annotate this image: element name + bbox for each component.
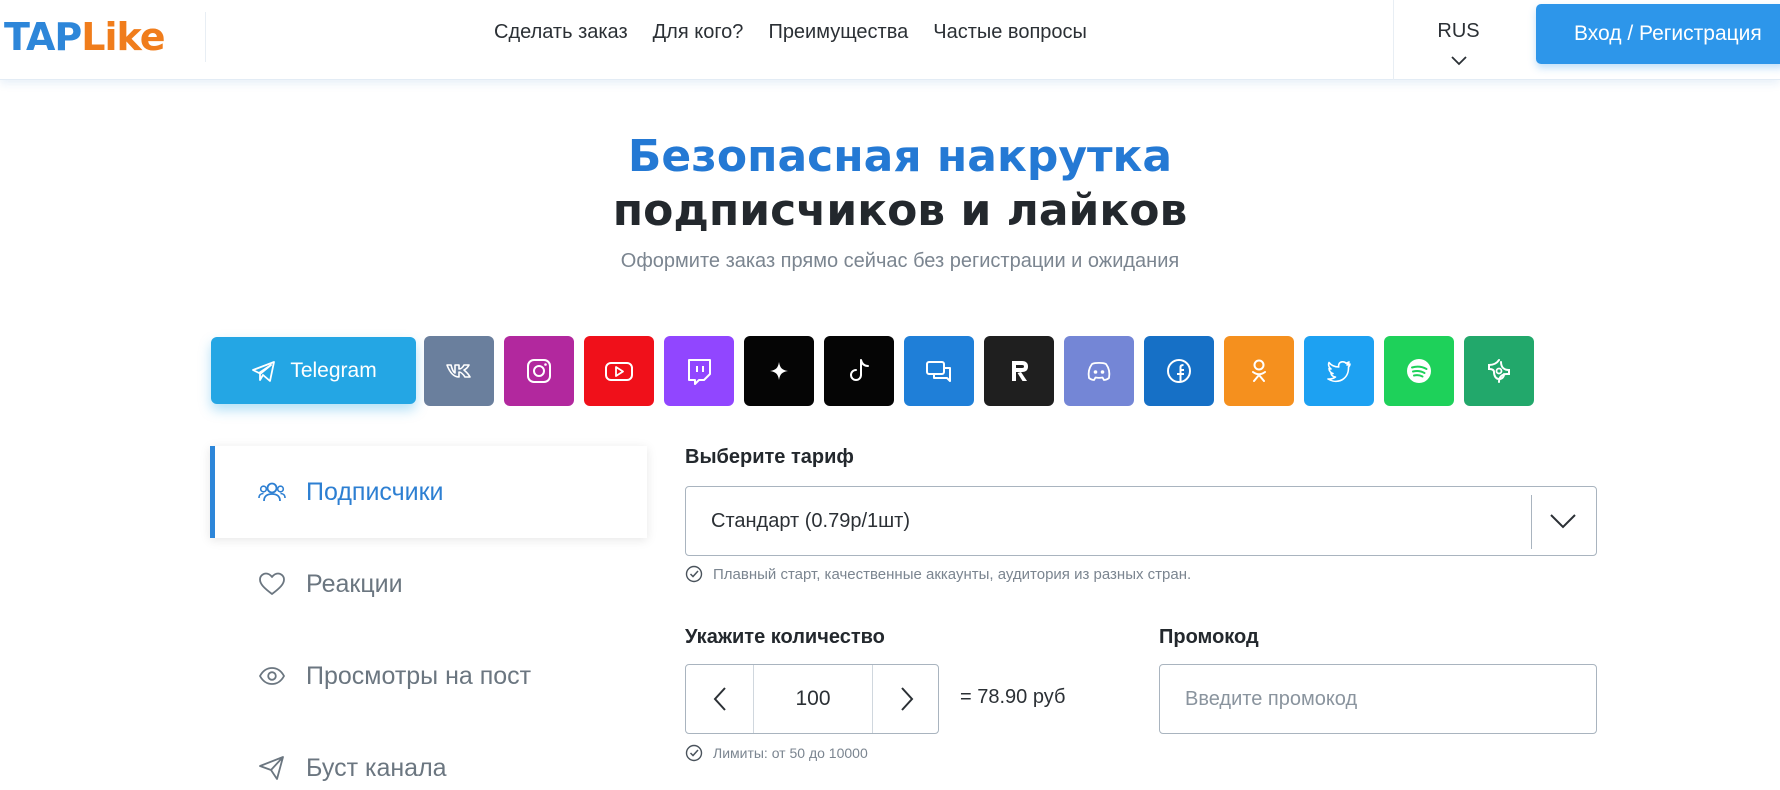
spotify-icon: [1407, 359, 1431, 383]
check-circle-icon: [685, 565, 703, 583]
language-code: RUS: [1437, 20, 1480, 42]
platform-odnoklassniki-button[interactable]: [1224, 336, 1294, 406]
platform-twitch-button[interactable]: [664, 336, 734, 406]
tariff-select[interactable]: Стандарт (0.79р/1шт): [685, 486, 1597, 556]
vk-icon: [446, 364, 471, 378]
send-icon: [259, 756, 284, 780]
platform-chats-button[interactable]: [904, 336, 974, 406]
tariff-selected-value: Стандарт (0.79р/1шт): [711, 509, 910, 532]
platform-discord-button[interactable]: [1064, 336, 1134, 406]
quantity-stepper: 100: [685, 664, 939, 734]
sidebar-item-label: Подписчики: [306, 477, 444, 506]
quantity-decrease-button[interactable]: [686, 665, 754, 733]
platform-youtube-button[interactable]: [584, 336, 654, 406]
platform-twitter-button[interactable]: [1304, 336, 1374, 406]
chevron-down-icon: [1550, 514, 1576, 529]
hero-title: Безопасная накрутка подписчиков и лайков: [0, 130, 1780, 238]
tariff-hint-text: Плавный старт, качественные аккаунты, ау…: [713, 565, 1192, 583]
sidebar-item-boost[interactable]: Буст канала: [210, 722, 647, 790]
hero-subtitle: Оформите заказ прямо сейчас без регистра…: [620, 250, 1180, 272]
platform-vk-button[interactable]: [424, 336, 494, 406]
users-icon: [258, 482, 286, 502]
twitter-icon: [1327, 361, 1351, 383]
sidebar-item-reactions[interactable]: Реакции: [210, 538, 647, 630]
platform-dzen-button[interactable]: [1464, 336, 1534, 406]
platform-rutube-button[interactable]: [984, 336, 1054, 406]
hero-title-line2: подписчиков и лайков: [612, 185, 1188, 236]
twitch-icon: [688, 359, 711, 385]
sidebar-item-label: Просмотры на пост: [306, 661, 532, 690]
nav-link-for-whom[interactable]: Для кого?: [653, 21, 744, 44]
instagram-icon: [527, 359, 551, 383]
chevron-down-icon: [1451, 56, 1467, 66]
heart-icon: [259, 572, 285, 595]
limits-hint: Лимиты: от 50 до 10000: [685, 744, 868, 762]
sidebar-item-label: Реакции: [306, 569, 403, 598]
platform-telegram-button[interactable]: Telegram: [211, 337, 416, 404]
facebook-icon: [1167, 359, 1191, 383]
login-register-button[interactable]: Вход / Регистрация: [1536, 4, 1780, 64]
nav-link-order[interactable]: Сделать заказ: [494, 21, 628, 44]
quantity-label: Укажите количество: [685, 626, 885, 648]
youtube-icon: [605, 362, 633, 381]
tiktok-icon: [850, 359, 869, 381]
platform-threads-button[interactable]: [744, 336, 814, 406]
quantity-input[interactable]: 100: [754, 665, 872, 733]
chevron-left-icon: [713, 687, 726, 711]
chevron-right-icon: [900, 687, 913, 711]
select-divider: [1531, 495, 1532, 549]
eye-icon: [258, 667, 286, 685]
odnoklassniki-icon: [1252, 359, 1266, 382]
chat-icon: [926, 361, 951, 382]
service-sidebar: Подписчики Реакции Просмотры на пост Бус…: [210, 446, 647, 790]
language-selector[interactable]: RUS: [1393, 0, 1523, 80]
platform-spotify-button[interactable]: [1384, 336, 1454, 406]
nav-link-advantages[interactable]: Преимущества: [768, 21, 908, 44]
hero-title-line1: Безопасная накрутка: [627, 131, 1173, 182]
dzen-icon: [1488, 359, 1510, 383]
logo-part-like: Like: [81, 15, 165, 59]
nav-link-faq[interactable]: Частые вопросы: [933, 21, 1087, 44]
check-circle-icon: [685, 744, 703, 762]
sidebar-item-views[interactable]: Просмотры на пост: [210, 630, 647, 722]
platform-instagram-button[interactable]: [504, 336, 574, 406]
quantity-increase-button[interactable]: [872, 665, 940, 733]
promo-code-input[interactable]: [1159, 664, 1597, 734]
main-nav: Сделать заказ Для кого? Преимущества Час…: [494, 0, 1087, 64]
sidebar-item-subscribers[interactable]: Подписчики: [210, 446, 647, 538]
tariff-label: Выберите тариф: [685, 446, 854, 468]
tariff-hint: Плавный старт, качественные аккаунты, ау…: [685, 565, 1191, 583]
site-header: TAPLike Сделать заказ Для кого? Преимуще…: [0, 0, 1780, 80]
platform-tiktok-button[interactable]: [824, 336, 894, 406]
discord-icon: [1087, 361, 1111, 381]
logo-part-tap: TAP: [4, 15, 82, 59]
logo[interactable]: TAPLike: [4, 12, 206, 62]
platform-telegram-label: Telegram: [290, 358, 377, 382]
platform-facebook-button[interactable]: [1144, 336, 1214, 406]
sparkle-icon: [770, 362, 788, 380]
rutube-icon: [1012, 361, 1028, 381]
promo-label: Промокод: [1159, 626, 1259, 648]
sidebar-item-label: Буст канала: [306, 753, 447, 782]
telegram-icon: [252, 360, 276, 382]
total-price: = 78.90 руб: [960, 686, 1066, 708]
limits-hint-text: Лимиты: от 50 до 10000: [713, 745, 868, 761]
